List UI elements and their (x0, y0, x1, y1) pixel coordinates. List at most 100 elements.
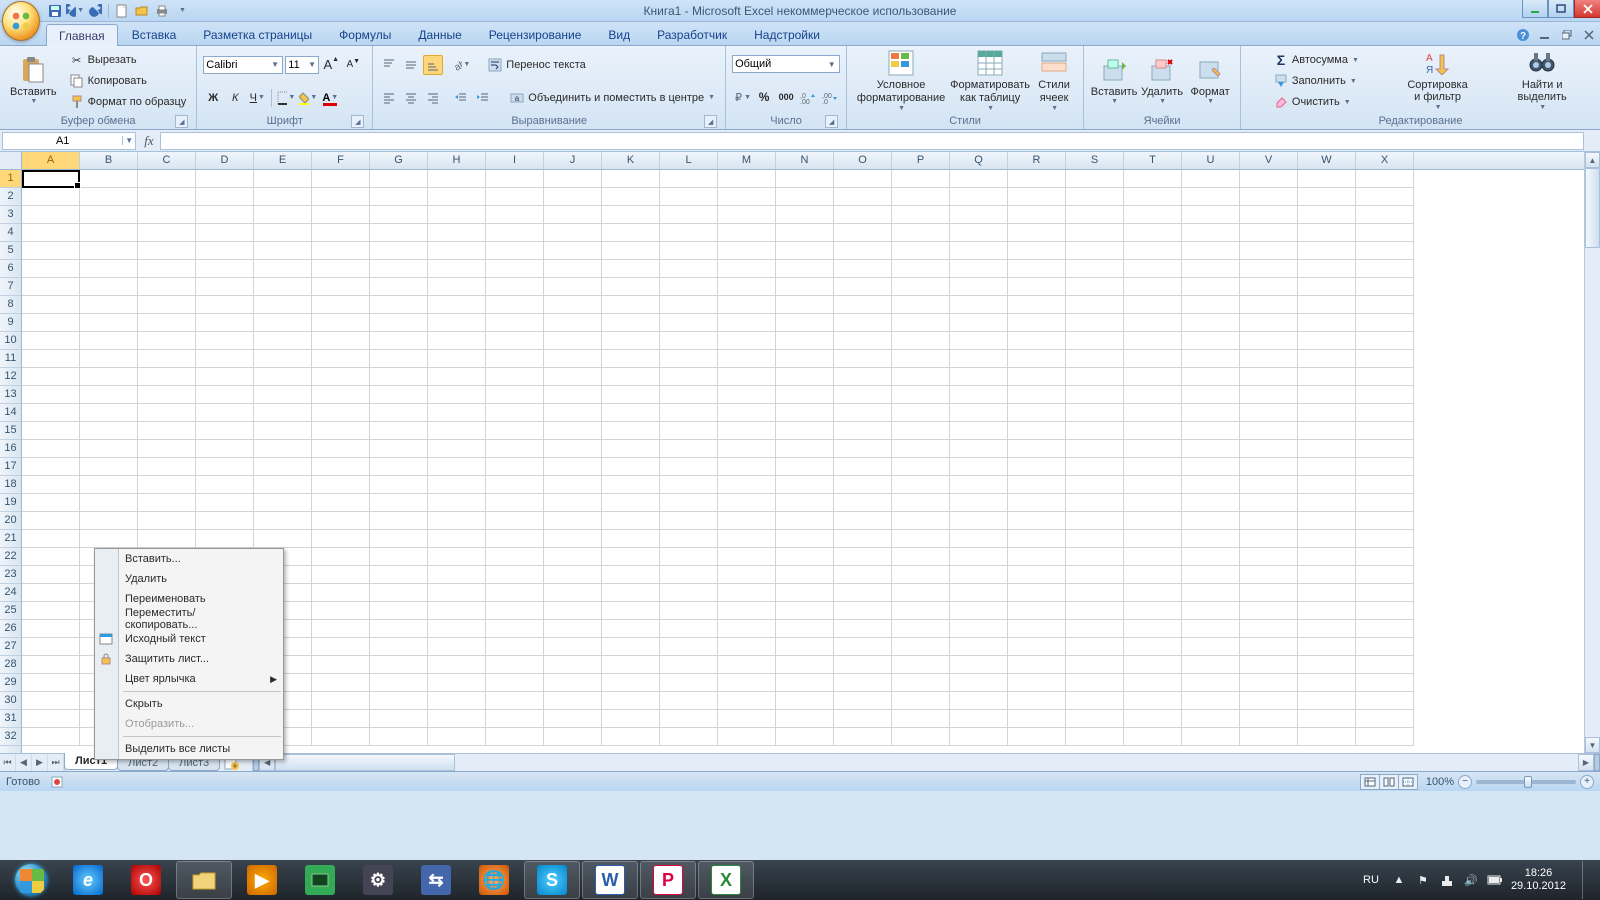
autosum-button[interactable]: ΣАвтосумма▼ (1269, 50, 1363, 70)
cell[interactable] (1298, 494, 1356, 512)
cell[interactable] (370, 404, 428, 422)
mdi-close-button[interactable] (1582, 28, 1596, 42)
zoom-out-button[interactable]: − (1458, 775, 1472, 789)
cell[interactable] (1124, 512, 1182, 530)
zoom-slider[interactable] (1476, 780, 1576, 784)
cell[interactable] (776, 170, 834, 188)
cell[interactable] (254, 386, 312, 404)
cell[interactable] (718, 440, 776, 458)
insert-cells-button[interactable]: Вставить▼ (1090, 48, 1138, 114)
cell[interactable] (660, 548, 718, 566)
cell[interactable] (834, 584, 892, 602)
cell[interactable] (138, 170, 196, 188)
ctx-move-copy[interactable]: Переместить/скопировать... (95, 609, 283, 629)
cell[interactable] (602, 728, 660, 746)
cell[interactable] (22, 674, 80, 692)
cell[interactable] (776, 566, 834, 584)
scroll-up-button[interactable]: ▲ (1585, 152, 1600, 168)
cell[interactable] (1182, 404, 1240, 422)
cell[interactable] (22, 548, 80, 566)
cell[interactable] (486, 368, 544, 386)
cell[interactable] (312, 530, 370, 548)
cell[interactable] (1182, 170, 1240, 188)
cell[interactable] (80, 386, 138, 404)
cell[interactable] (544, 692, 602, 710)
task-app2[interactable]: ⚙ (350, 861, 406, 899)
cell[interactable] (1182, 620, 1240, 638)
cell[interactable] (428, 710, 486, 728)
cell[interactable] (950, 494, 1008, 512)
cell[interactable] (1008, 602, 1066, 620)
cell[interactable] (1182, 296, 1240, 314)
cell[interactable] (834, 440, 892, 458)
cell[interactable] (370, 242, 428, 260)
cell[interactable] (196, 260, 254, 278)
tray-show-hidden[interactable]: ▲ (1391, 872, 1407, 888)
cell[interactable] (892, 206, 950, 224)
cell[interactable] (602, 530, 660, 548)
cell[interactable] (834, 386, 892, 404)
cell[interactable] (776, 278, 834, 296)
cell[interactable] (312, 422, 370, 440)
cell[interactable] (892, 404, 950, 422)
cell[interactable] (312, 278, 370, 296)
cell[interactable] (718, 476, 776, 494)
col-header-W[interactable]: W (1298, 152, 1356, 169)
cell[interactable] (254, 170, 312, 188)
cell[interactable] (196, 512, 254, 530)
cell[interactable] (1066, 638, 1124, 656)
cell[interactable] (196, 404, 254, 422)
cell[interactable] (1066, 368, 1124, 386)
cell[interactable] (22, 710, 80, 728)
cell[interactable] (660, 386, 718, 404)
cell[interactable] (196, 170, 254, 188)
cell[interactable] (22, 584, 80, 602)
cell[interactable] (1182, 728, 1240, 746)
cell[interactable] (892, 440, 950, 458)
cell[interactable] (196, 476, 254, 494)
cell[interactable] (428, 476, 486, 494)
cell-styles-button[interactable]: Стили ячеек▼ (1031, 48, 1077, 114)
cell[interactable] (1066, 692, 1124, 710)
col-header-G[interactable]: G (370, 152, 428, 169)
cell[interactable] (718, 368, 776, 386)
cell[interactable] (834, 242, 892, 260)
cell[interactable] (138, 458, 196, 476)
cell[interactable] (1124, 350, 1182, 368)
cell[interactable] (254, 278, 312, 296)
tray-battery-icon[interactable] (1487, 872, 1503, 888)
cell[interactable] (544, 332, 602, 350)
cell[interactable] (660, 224, 718, 242)
col-header-K[interactable]: K (602, 152, 660, 169)
tray-volume-icon[interactable]: 🔊 (1463, 872, 1479, 888)
cell[interactable] (80, 242, 138, 260)
cell[interactable] (718, 494, 776, 512)
cell[interactable] (776, 350, 834, 368)
cell[interactable] (486, 440, 544, 458)
col-header-R[interactable]: R (1008, 152, 1066, 169)
tray-flag-icon[interactable]: ⚑ (1415, 872, 1431, 888)
cell[interactable] (776, 674, 834, 692)
bold-button[interactable]: Ж (203, 88, 223, 108)
increase-decimal-button[interactable]: ,0,00 (798, 87, 818, 107)
cell[interactable] (138, 368, 196, 386)
cell[interactable] (1240, 242, 1298, 260)
cell[interactable] (718, 170, 776, 188)
scroll-right-button[interactable]: ▶ (1578, 754, 1594, 771)
col-header-V[interactable]: V (1240, 152, 1298, 169)
cell[interactable] (312, 620, 370, 638)
cell[interactable] (950, 728, 1008, 746)
cell[interactable] (892, 368, 950, 386)
cell[interactable] (950, 386, 1008, 404)
cell[interactable] (1124, 728, 1182, 746)
cell[interactable] (254, 440, 312, 458)
cell[interactable] (196, 278, 254, 296)
cell[interactable] (602, 692, 660, 710)
cell[interactable] (776, 512, 834, 530)
cell[interactable] (428, 656, 486, 674)
cell[interactable] (544, 350, 602, 368)
zoom-in-button[interactable]: + (1580, 775, 1594, 789)
cell[interactable] (950, 584, 1008, 602)
col-header-F[interactable]: F (312, 152, 370, 169)
cell[interactable] (1182, 314, 1240, 332)
